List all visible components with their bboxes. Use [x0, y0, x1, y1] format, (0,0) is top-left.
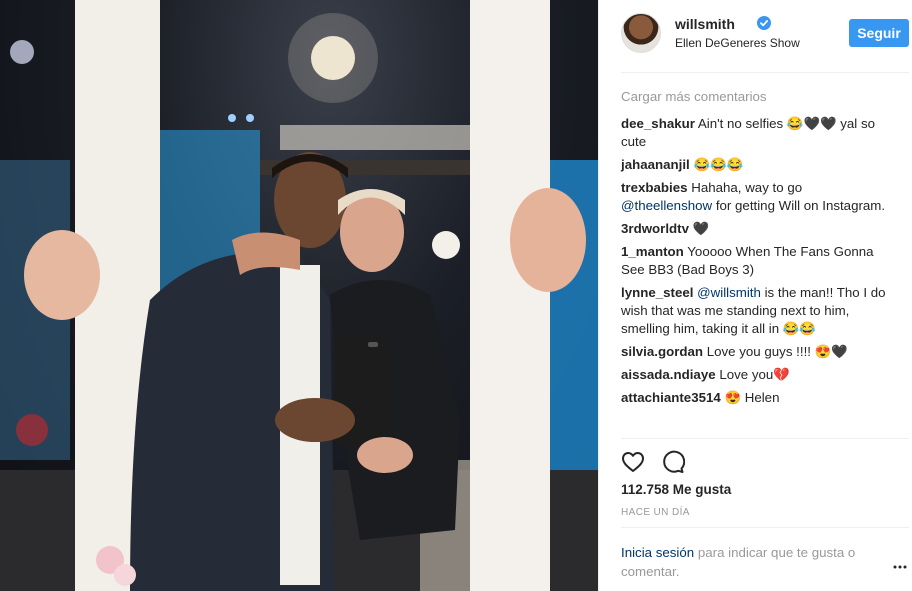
- heart-icon[interactable]: [621, 450, 645, 474]
- post-side-panel: willsmith Ellen DeGeneres Show Seguir Ca…: [598, 0, 912, 591]
- comment-username[interactable]: dee_shakur: [621, 116, 695, 131]
- post-actions: [621, 450, 721, 474]
- follow-button[interactable]: Seguir: [849, 19, 909, 47]
- comment-mention-link[interactable]: @willsmith: [697, 285, 761, 300]
- comments-list: Cargar más comentarios dee_shakur Ain't …: [621, 88, 891, 412]
- comment-item: lynne_steel @willsmith is the man!! Tho …: [621, 284, 891, 338]
- comment-text: Love you guys !!!! 😍🖤: [706, 344, 848, 359]
- comment-username[interactable]: 3rdworldtv: [621, 221, 689, 236]
- comment-item: silvia.gordan Love you guys !!!! 😍🖤: [621, 343, 891, 361]
- comment-username[interactable]: 1_manton: [621, 244, 684, 259]
- header-divider: [621, 72, 909, 73]
- comment-username[interactable]: trexbabies: [621, 180, 688, 195]
- post-location[interactable]: Ellen DeGeneres Show: [675, 36, 800, 50]
- comment-username[interactable]: aissada.ndiaye: [621, 367, 716, 382]
- comment-item: dee_shakur Ain't no selfies 😂🖤🖤 yal so c…: [621, 115, 891, 151]
- comment-item: trexbabies Hahaha, way to go @theellensh…: [621, 179, 891, 215]
- comment-username[interactable]: jahaananjil: [621, 157, 690, 172]
- footer-divider: [621, 527, 909, 528]
- more-options-icon[interactable]: [893, 560, 907, 574]
- verified-badge-icon: [757, 16, 771, 30]
- comment-username[interactable]: silvia.gordan: [621, 344, 703, 359]
- comment-text: 🖤: [692, 221, 710, 236]
- actions-divider: [621, 438, 909, 439]
- avatar[interactable]: [621, 13, 661, 53]
- comment-icon[interactable]: [661, 450, 685, 474]
- comment-username[interactable]: lynne_steel: [621, 285, 693, 300]
- comment-username[interactable]: attachiante3514: [621, 390, 721, 405]
- comment-item: attachiante3514 😍 Helen: [621, 389, 891, 407]
- post-timestamp: HACE UN DÍA: [621, 507, 690, 518]
- comment-item: 3rdworldtv 🖤: [621, 220, 891, 238]
- post-username[interactable]: willsmith: [675, 16, 735, 32]
- comment-item: jahaananjil 😂😂😂: [621, 156, 891, 174]
- load-more-comments-link[interactable]: Cargar más comentarios: [621, 88, 891, 106]
- post-photo[interactable]: [0, 0, 598, 591]
- photo-scene: [0, 0, 598, 591]
- login-link[interactable]: Inicia sesión: [621, 545, 694, 560]
- comment-text: Hahaha, way to go: [691, 180, 803, 195]
- comment-text-after: for getting Will on Instagram.: [715, 198, 886, 213]
- comment-item: 1_manton Yooooo When The Fans Gonna See …: [621, 243, 891, 279]
- comment-text: 😍 Helen: [724, 390, 780, 405]
- comment-text: 😂😂😂: [693, 157, 744, 172]
- likes-count[interactable]: 112.758 Me gusta: [621, 482, 731, 497]
- comment-text: Love you💔: [719, 367, 790, 382]
- comment-item: aissada.ndiaye Love you💔: [621, 366, 891, 384]
- post-header: willsmith Ellen DeGeneres Show Seguir: [621, 13, 909, 55]
- comment-mention-link[interactable]: @theellenshow: [621, 198, 712, 213]
- login-prompt: Inicia sesión para indicar que te gusta …: [621, 543, 883, 581]
